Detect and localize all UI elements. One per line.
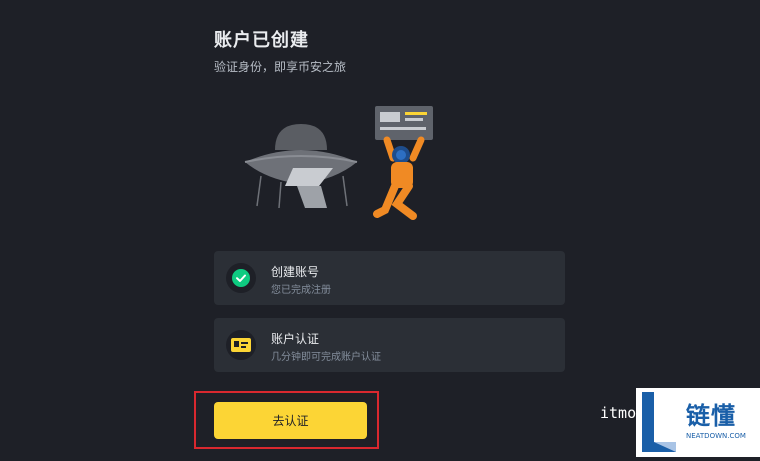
page-title: 账户已创建 bbox=[214, 30, 309, 51]
id-card-icon bbox=[226, 330, 256, 360]
page-subtitle: 验证身份，即享币安之旅 bbox=[214, 60, 347, 74]
step-description: 几分钟即可完成账户认证 bbox=[271, 352, 381, 363]
watermark-l-icon bbox=[642, 392, 676, 452]
watermark-brand-en: NEATDOWN.COM bbox=[686, 432, 746, 440]
step-title: 账户认证 bbox=[271, 332, 320, 346]
watermark-site-text: itmo bbox=[600, 404, 637, 422]
step-description: 您已完成注册 bbox=[271, 285, 331, 296]
ufo-astronaut-illustration bbox=[244, 106, 433, 220]
check-circle-icon bbox=[226, 263, 256, 293]
verify-button[interactable]: 去认证 bbox=[214, 402, 367, 439]
step-title: 创建账号 bbox=[271, 265, 320, 279]
step-card-verify-account[interactable]: 账户认证 几分钟即可完成账户认证 bbox=[214, 318, 565, 372]
step-card-create-account: 创建账号 您已完成注册 bbox=[214, 251, 565, 305]
watermark-brand-cn: 链懂 bbox=[686, 402, 736, 430]
watermark-logo: 链懂 NEATDOWN.COM bbox=[636, 388, 760, 457]
